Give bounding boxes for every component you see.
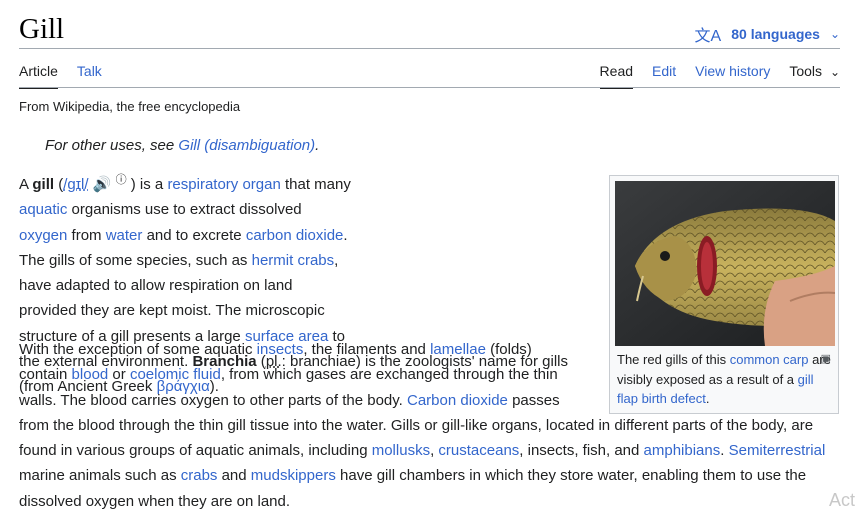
text: With the exception of some aquatic — [19, 341, 257, 358]
figure-caption: The red gills of this common carp are vi… — [617, 350, 832, 409]
link-mudskippers[interactable]: mudskippers — [251, 467, 336, 484]
tools-menu[interactable]: Tools ⌄ — [789, 62, 840, 87]
link-lamellae[interactable]: lamellae — [430, 341, 486, 358]
bold-term: gill — [32, 176, 55, 193]
link-water[interactable]: water — [106, 227, 143, 244]
text: marine animals such as — [19, 467, 181, 485]
link-amphibians[interactable]: amphibians — [644, 442, 721, 459]
link-common-carp[interactable]: common carp — [730, 352, 809, 367]
enlarge-icon[interactable]: ▣ — [821, 352, 831, 365]
languages-label: 80 languages — [731, 26, 820, 42]
caption-text: The red gills of this — [617, 352, 730, 367]
text: ( — [54, 176, 64, 193]
float-spacer — [354, 168, 594, 348]
text: ) is a — [126, 176, 168, 193]
text: , insects, fish, and — [519, 442, 644, 460]
text: from — [67, 226, 106, 244]
text: or — [108, 366, 130, 384]
disambiguation-link[interactable]: Gill (disambiguation) — [178, 137, 315, 154]
text: organisms use to extract dissolved — [67, 201, 302, 219]
view-tabs: Read Edit View history Tools ⌄ — [599, 62, 840, 89]
languages-button[interactable]: 文A 80 languages ⌄ — [695, 22, 840, 46]
tagline: From Wikipedia, the free encyclopedia — [19, 99, 241, 114]
title-divider — [19, 48, 840, 49]
activation-watermark: Act — [829, 490, 856, 510]
link-mollusks[interactable]: mollusks — [372, 442, 430, 459]
hatnote-period: . — [315, 137, 320, 154]
text: A — [19, 176, 33, 193]
tab-edit[interactable]: Edit — [652, 62, 676, 87]
info-icon[interactable]: ⓘ — [116, 174, 127, 186]
text: and — [217, 467, 251, 485]
link-aquatic[interactable]: aquatic — [19, 201, 67, 218]
link-insects[interactable]: insects — [257, 341, 304, 358]
link-respiratory-organ[interactable]: respiratory organ — [167, 176, 280, 193]
figure-box: The red gills of this common carp are vi… — [609, 175, 839, 414]
link-coelomic-fluid[interactable]: coelomic fluid — [130, 366, 221, 383]
text: . — [720, 442, 729, 460]
link-carbon-dioxide[interactable]: Carbon dioxide — [407, 392, 508, 409]
text: and to excrete — [142, 226, 246, 244]
link-blood[interactable]: blood — [72, 366, 109, 383]
text: that many — [280, 176, 351, 193]
link-semiterrestrial[interactable]: Semiterrestrial — [729, 442, 826, 459]
hatnote: For other uses, see Gill (disambiguation… — [45, 137, 319, 154]
link-crabs[interactable]: crabs — [181, 467, 218, 484]
tab-view-history[interactable]: View history — [695, 62, 770, 87]
link-hermit-crabs[interactable]: hermit crabs — [252, 252, 335, 269]
chevron-down-icon: ⌄ — [829, 27, 840, 41]
caption-text: . — [705, 391, 710, 406]
link-crustaceans[interactable]: crustaceans — [438, 442, 519, 459]
tabs-divider — [19, 87, 840, 88]
speaker-icon[interactable]: 🔊 — [93, 176, 112, 193]
text: , the filaments and — [303, 341, 431, 358]
tab-read[interactable]: Read — [599, 62, 634, 89]
ipa-link[interactable]: /ɡɪl/ — [63, 176, 88, 193]
tab-article[interactable]: Article — [19, 62, 58, 89]
tools-label: Tools — [789, 63, 823, 79]
carp-photo[interactable] — [615, 181, 835, 346]
hatnote-text: For other uses, see — [45, 137, 179, 154]
link-oxygen[interactable]: oxygen — [19, 227, 67, 244]
page-title: Gill — [19, 13, 65, 45]
namespace-tabs: Article Talk — [19, 62, 121, 89]
translate-icon: 文A — [694, 28, 722, 45]
link-carbon-dioxide[interactable]: carbon dioxide — [246, 227, 344, 244]
chevron-down-icon: ⌄ — [829, 65, 840, 79]
tab-talk[interactable]: Talk — [77, 62, 102, 87]
